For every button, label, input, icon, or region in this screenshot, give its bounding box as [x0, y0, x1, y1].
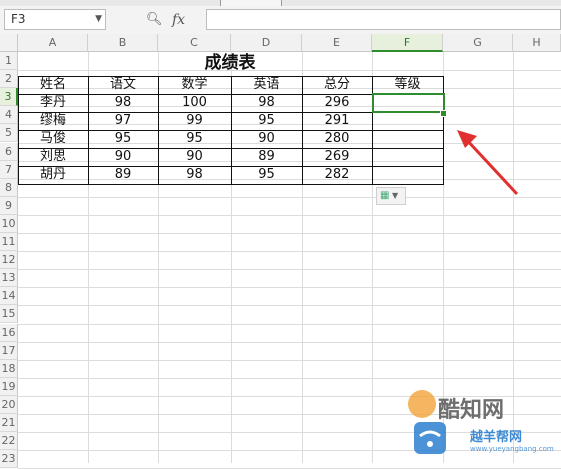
row-header-6[interactable]: 6 — [0, 142, 18, 161]
row-header-1[interactable]: 1 — [0, 52, 18, 71]
table-cell[interactable]: 胡丹 — [18, 166, 88, 184]
row-header-20[interactable]: 20 — [0, 395, 18, 414]
column-header-b[interactable]: B — [88, 34, 158, 52]
row-header-5[interactable]: 5 — [0, 124, 18, 143]
table-cell[interactable]: 296 — [302, 94, 372, 112]
table-border — [231, 76, 232, 185]
row-header-9[interactable]: 9 — [0, 196, 18, 215]
table-cell[interactable]: 90 — [231, 130, 302, 148]
table-cell[interactable]: 98 — [158, 166, 231, 184]
column-header-a[interactable]: A — [18, 34, 88, 52]
header-cell[interactable]: 语文 — [88, 76, 158, 94]
row-header-3[interactable]: 3 — [0, 88, 18, 107]
chevron-down-icon: ▼ — [389, 191, 399, 200]
table-cell[interactable]: 李丹 — [18, 94, 88, 112]
row-header-14[interactable]: 14 — [0, 287, 18, 306]
table-cell[interactable]: 刘思 — [18, 148, 88, 166]
grid-line — [18, 305, 561, 307]
name-box[interactable]: F3 ▼ — [4, 9, 106, 30]
table-cell[interactable]: 98 — [231, 94, 302, 112]
column-header-f[interactable]: F — [372, 34, 443, 52]
table-border — [18, 76, 19, 185]
watermark-url: www.yueyangbang.com — [470, 445, 554, 453]
table-cell[interactable] — [372, 148, 443, 166]
grid-line — [18, 359, 561, 361]
row-header-8[interactable]: 8 — [0, 178, 18, 197]
select-all-corner[interactable] — [0, 34, 18, 52]
watermark-brand2: 越羊帮网 — [470, 430, 523, 445]
row-header-12[interactable]: 12 — [0, 251, 18, 270]
red-arrow-annotation — [457, 130, 519, 196]
header-cell[interactable]: 数学 — [158, 76, 231, 94]
insert-function-button[interactable]: fx — [172, 11, 185, 29]
table-cell[interactable]: 100 — [158, 94, 231, 112]
table-cell[interactable]: 89 — [231, 148, 302, 166]
selected-cell-f3[interactable] — [372, 93, 445, 113]
table-cell[interactable]: 95 — [231, 166, 302, 184]
table-cell[interactable]: 缪梅 — [18, 112, 88, 130]
grid-line — [18, 287, 561, 289]
column-header-c[interactable]: C — [158, 34, 231, 52]
formula-bar: F3 ▼ 🔍︎ fx — [0, 6, 561, 35]
row-header-2[interactable]: 2 — [0, 70, 18, 89]
watermark-brand: 酷知网 — [438, 398, 505, 423]
row-header-4[interactable]: 4 — [0, 106, 18, 125]
table-cell[interactable]: 97 — [88, 112, 158, 130]
table-border — [158, 76, 159, 185]
table-border — [302, 76, 303, 185]
row-header-19[interactable]: 19 — [0, 377, 18, 396]
table-cell[interactable] — [372, 166, 443, 184]
grid-line — [18, 377, 561, 379]
grid-line — [18, 214, 561, 216]
fill-handle[interactable] — [440, 110, 447, 117]
row-header-21[interactable]: 21 — [0, 414, 18, 433]
row-header-11[interactable]: 11 — [0, 233, 18, 252]
column-header-d[interactable]: D — [231, 34, 302, 52]
row-header-10[interactable]: 10 — [0, 214, 18, 233]
header-cell[interactable]: 总分 — [302, 76, 372, 94]
table-title[interactable]: 成绩表 — [18, 52, 442, 76]
chevron-down-icon[interactable]: ▼ — [95, 10, 102, 29]
table-border — [88, 76, 89, 185]
header-cell[interactable]: 英语 — [231, 76, 302, 94]
row-header-7[interactable]: 7 — [0, 160, 18, 179]
table-cell[interactable] — [372, 112, 443, 130]
grid-line — [18, 251, 561, 253]
row-header-13[interactable]: 13 — [0, 269, 18, 288]
table-cell[interactable]: 95 — [231, 112, 302, 130]
zoom-search-icon[interactable]: 🔍︎ — [146, 11, 163, 29]
column-header-h[interactable]: H — [513, 34, 561, 52]
name-box-value: F3 — [11, 12, 26, 26]
formula-input[interactable] — [206, 9, 561, 30]
paste-options-button[interactable]: ▦ ▼ — [376, 187, 406, 205]
row-header-22[interactable]: 22 — [0, 432, 18, 451]
table-cell[interactable]: 90 — [158, 148, 231, 166]
table-cell[interactable]: 280 — [302, 130, 372, 148]
header-cell[interactable]: 等级 — [372, 76, 443, 94]
column-header-e[interactable]: E — [302, 34, 372, 52]
table-cell[interactable]: 95 — [158, 130, 231, 148]
column-header-g[interactable]: G — [443, 34, 513, 52]
table-cell[interactable]: 90 — [88, 148, 158, 166]
row-header-15[interactable]: 15 — [0, 305, 18, 324]
grid-line — [18, 269, 561, 271]
table-cell[interactable]: 95 — [88, 130, 158, 148]
table-cell[interactable]: 马俊 — [18, 130, 88, 148]
table-cell[interactable]: 291 — [302, 112, 372, 130]
row-header-23[interactable]: 23 — [0, 450, 18, 469]
header-cell[interactable]: 姓名 — [18, 76, 88, 94]
grid-line — [18, 323, 561, 325]
table-cell[interactable]: 89 — [88, 166, 158, 184]
grid-line — [18, 233, 561, 234]
table-cell[interactable]: 282 — [302, 166, 372, 184]
row-header-18[interactable]: 18 — [0, 359, 18, 378]
table-cell[interactable]: 269 — [302, 148, 372, 166]
row-header-16[interactable]: 16 — [0, 323, 18, 342]
table-cell[interactable] — [372, 130, 443, 148]
row-header-17[interactable]: 17 — [0, 341, 18, 360]
grid-line — [18, 341, 561, 343]
table-cell[interactable]: 99 — [158, 112, 231, 130]
table-cell[interactable]: 98 — [88, 94, 158, 112]
